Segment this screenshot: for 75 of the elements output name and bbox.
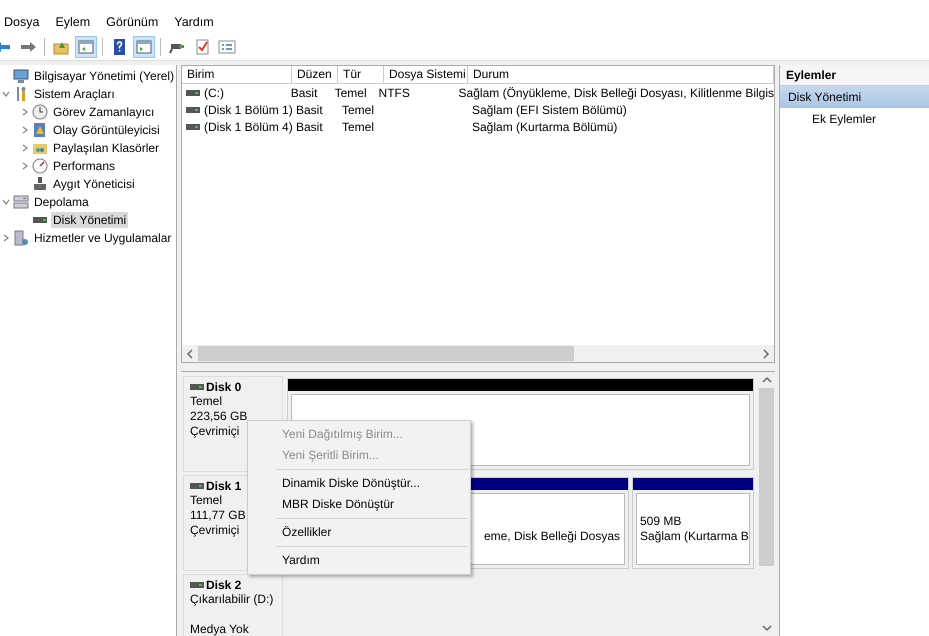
chevron-icon[interactable]: [21, 162, 29, 170]
disk-info: Çevrimiçi: [190, 523, 240, 537]
tree-item[interactable]: Bilgisayar Yönetimi (Yerel): [32, 68, 176, 84]
disk-name: Disk 2: [206, 578, 242, 592]
column-header[interactable]: Dosya Sistemi: [384, 66, 468, 83]
partition-info: Sağlam (Kurtarma B: [640, 529, 749, 543]
table-cell: Temel: [334, 86, 367, 100]
tree-item[interactable]: Paylaşılan Klasörler: [51, 140, 162, 156]
disk-info: Çıkarılabilir (D:): [190, 592, 274, 606]
scrollbar-thumb[interactable]: [198, 346, 574, 361]
scroll-up-icon[interactable]: [762, 376, 772, 384]
menu-item[interactable]: Dosya: [0, 15, 48, 29]
scroll-down-icon[interactable]: [762, 624, 772, 632]
table-cell: Sağlam (Önyükleme, Disk Belleği Dosyası, Kilitlenme Bilgis: [458, 86, 774, 100]
chevron-icon[interactable]: [21, 108, 29, 116]
toolbar-button[interactable]: [75, 36, 97, 58]
disk-info: 223,56 GB: [190, 409, 248, 423]
disk-info: Temel: [190, 394, 222, 408]
partition-info: eme, Disk Belleği Dosyas: [484, 529, 620, 543]
table-cell: Basit: [296, 120, 323, 134]
disk-info: Temel: [190, 493, 222, 507]
list-icon: [218, 38, 236, 56]
table-cell: (Disk 1 Bölüm 1): [204, 102, 293, 116]
table-cell: (Disk 1 Bölüm 4): [204, 120, 293, 134]
warning-book-icon: [32, 122, 48, 138]
menu-item[interactable]: Eylem: [47, 15, 98, 29]
tree-item[interactable]: Depolama: [32, 194, 91, 210]
table-cell: Sağlam (EFI Sistem Bölümü): [472, 102, 627, 116]
window-pane-icon: [135, 38, 153, 56]
column-header[interactable]: Tür: [338, 66, 384, 83]
menu-item[interactable]: Yardım: [166, 15, 222, 29]
disk-info: 111,77 GB: [190, 508, 246, 522]
disk-name: Disk 0: [206, 380, 242, 394]
clock-icon: [32, 104, 48, 120]
table-cell: (C:): [204, 86, 224, 100]
action-item[interactable]: Ek Eylemler: [780, 108, 929, 130]
window-pane-icon: [77, 38, 95, 56]
computer-icon: [13, 68, 29, 84]
scrollbar-thumb[interactable]: [759, 388, 774, 566]
scroll-left-icon[interactable]: [186, 348, 194, 358]
toolbar-button[interactable]: [133, 36, 155, 58]
chevron-icon[interactable]: [2, 198, 10, 206]
chevron-icon[interactable]: [2, 90, 10, 98]
table-cell: Temel: [342, 120, 374, 134]
disk-name: Disk 1: [206, 479, 242, 493]
table-cell: NTFS: [378, 86, 410, 100]
column-header[interactable]: Durum: [468, 66, 774, 83]
action-item[interactable]: Disk Yönetimi: [780, 86, 929, 108]
table-cell: Sağlam (Kurtarma Bölümü): [472, 120, 618, 134]
menu-item[interactable]: Görünüm: [98, 15, 166, 29]
tree-item[interactable]: Görev Zamanlayıcı: [51, 104, 156, 120]
table-cell: Temel: [342, 102, 374, 116]
partition-info: 509 MB: [640, 514, 682, 528]
disk-info: Medya Yok: [190, 622, 249, 636]
tree-item[interactable]: Olay Görüntüleyicisi: [51, 122, 162, 138]
tree-item[interactable]: Sistem Araçları: [32, 86, 117, 102]
disk-info-panel[interactable]: Disk 2 Çıkarılabilir (D:) Medya Yok: [183, 574, 283, 636]
tree-item[interactable]: Hizmetler ve Uygulamalar: [32, 230, 174, 246]
chevron-icon[interactable]: [2, 234, 10, 242]
chevron-icon[interactable]: [21, 126, 29, 134]
chevron-icon[interactable]: [21, 144, 29, 152]
disk-info: Çevrimiçi: [190, 424, 240, 438]
table-cell: Basit: [290, 86, 318, 100]
partition-block[interactable]: 509 MB Sağlam (Kurtarma B: [632, 477, 754, 569]
gauge-icon: [32, 158, 48, 174]
scroll-right-icon[interactable]: [762, 348, 770, 358]
column-header[interactable]: Birim: [182, 66, 292, 83]
column-header[interactable]: Düzen: [292, 66, 338, 83]
actions-header: Eylemler: [780, 65, 929, 86]
table-cell: Basit: [296, 102, 323, 116]
storage-icon: [13, 194, 29, 210]
tree-item[interactable]: Performans: [51, 158, 118, 174]
tree-item[interactable]: Aygıt Yöneticisi: [51, 176, 137, 192]
device-icon: [32, 176, 48, 192]
tree-item[interactable]: Disk Yönetimi: [51, 212, 128, 228]
